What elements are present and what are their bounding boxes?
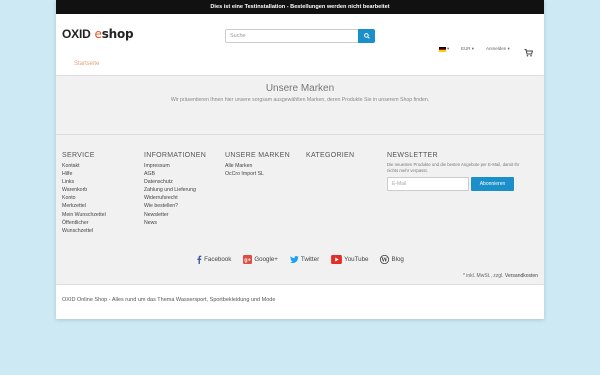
- footer-link-wunschzettel[interactable]: Mein Wunschzettel: [62, 211, 106, 219]
- footer-link-zahlung[interactable]: Zahlung und Lieferung: [144, 186, 206, 194]
- social-facebook[interactable]: Facebook: [196, 255, 231, 264]
- language-dropdown-caret[interactable]: ▾: [447, 46, 449, 52]
- brands-description: Wir präsentieren Ihnen hier unsere sorgs…: [170, 97, 430, 103]
- footer-link-kontakt[interactable]: Kontakt: [62, 162, 106, 170]
- social-twitter[interactable]: Twitter: [289, 255, 320, 264]
- social-google[interactable]: g+ Google+: [243, 255, 278, 264]
- svg-text:g+: g+: [245, 258, 251, 264]
- footer-link-konto[interactable]: Konto: [62, 194, 106, 202]
- svg-text:W: W: [381, 257, 389, 263]
- footer-link-widerruf[interactable]: Widerrufsrecht: [144, 194, 206, 202]
- footer-service-title: SERVICE: [62, 152, 95, 159]
- footer-information-title: INFORMATIONEN: [144, 152, 207, 159]
- shop-tagline: OXID Online Shop - Alles rund um das The…: [62, 297, 276, 303]
- footer-link-agb[interactable]: AGB: [144, 170, 206, 178]
- cart-icon: [524, 49, 534, 57]
- page-title: Unsere Marken: [265, 83, 335, 94]
- main-nav: Startseite: [56, 58, 544, 75]
- footer-brands: UNSERE MARKEN Alle Marken OcCro Import S…: [225, 152, 290, 178]
- blog-label: Blog: [391, 256, 404, 263]
- brands-band: Unsere Marken Wir präsentieren Ihnen hie…: [56, 75, 544, 135]
- logo-shop: shop: [101, 27, 134, 41]
- newsletter-description: Die neuesten Produkte und die besten Ang…: [387, 162, 520, 173]
- footer-newsletter-title: NEWSLETTER: [387, 152, 438, 159]
- facebook-icon: [197, 255, 202, 264]
- footer-link-impressum[interactable]: Impressum: [144, 162, 206, 170]
- test-installation-notice: Dies ist eine Testinstallation - Bestell…: [56, 0, 544, 14]
- footer-link-merkzettel[interactable]: Merkzettel: [62, 202, 106, 210]
- footer-newsletter: NEWSLETTER Die neuesten Produkte und die…: [387, 152, 527, 195]
- footer-link-alle-marken[interactable]: Alle Marken: [225, 162, 290, 170]
- youtube-label: YouTube: [344, 256, 369, 263]
- page-frame: Dies ist eine Testinstallation - Bestell…: [56, 0, 544, 319]
- account-label: Anmelden: [486, 46, 507, 51]
- footer-categories: KATEGORIEN: [306, 152, 354, 162]
- youtube-icon: [331, 255, 343, 264]
- social-links: Facebook g+ Google+ Twitter YouTube W Bl…: [56, 255, 544, 264]
- google-plus-icon: g+: [243, 255, 253, 264]
- logo-oxid: OXID: [62, 27, 91, 41]
- footer-link-public-wishlist-2[interactable]: Wunschzettel: [62, 227, 106, 235]
- currency-dropdown[interactable]: EUR ▾: [461, 46, 474, 52]
- footer-link-news[interactable]: News: [144, 219, 206, 227]
- footer-link-warenkorb[interactable]: Warenkorb: [62, 186, 106, 194]
- vat-prefix: * inkl. MwSt., zzgl.: [462, 273, 504, 279]
- oxid-eshop-logo[interactable]: OXID eshop: [62, 27, 134, 41]
- footer-categories-title: KATEGORIEN: [306, 152, 355, 159]
- footer-link-hilfe[interactable]: Hilfe: [62, 170, 106, 178]
- account-dropdown[interactable]: Anmelden ▾: [486, 46, 510, 52]
- shipping-costs-link[interactable]: Versandkosten: [505, 273, 538, 279]
- newsletter-subscribe-button[interactable]: Abonnieren: [471, 177, 514, 191]
- search-button[interactable]: [358, 29, 375, 43]
- footer-link-occro[interactable]: OcCro Import SL: [225, 170, 290, 178]
- google-label: Google+: [254, 256, 278, 263]
- social-youtube[interactable]: YouTube: [331, 255, 368, 264]
- footer-link-datenschutz[interactable]: Datenschutz: [144, 178, 206, 186]
- footer-brands-title: UNSERE MARKEN: [225, 152, 290, 159]
- vat-note: * inkl. MwSt., zzgl. Versandkosten: [463, 273, 538, 279]
- twitter-label: Twitter: [300, 256, 320, 263]
- currency-label: EUR: [461, 46, 471, 51]
- search-icon: [363, 33, 370, 39]
- social-blog[interactable]: W Blog: [380, 255, 404, 264]
- footer-link-newsletter[interactable]: Newsletter: [144, 211, 206, 219]
- twitter-icon: [289, 255, 299, 263]
- footer-link-wie-bestellen[interactable]: Wie bestellen?: [144, 202, 206, 210]
- nav-startseite[interactable]: Startseite: [74, 61, 99, 67]
- facebook-label: Facebook: [204, 256, 232, 263]
- search-input[interactable]: Suche: [225, 29, 359, 43]
- language-flag-de[interactable]: [439, 47, 446, 52]
- footer-link-public-wishlist[interactable]: Öffentlicher: [62, 219, 106, 227]
- header: OXID eshop Suche ▾ EUR ▾ Anmelden ▾: [56, 14, 544, 58]
- newsletter-email-input[interactable]: E-Mail: [387, 177, 469, 191]
- footer-information: INFORMATIONEN Impressum AGB Datenschutz …: [144, 152, 206, 227]
- footer-service: SERVICE Kontakt Hilfe Links Warenkorb Ko…: [62, 152, 106, 235]
- footer-link-links[interactable]: Links: [62, 178, 106, 186]
- wordpress-icon: W: [380, 255, 390, 264]
- logo-e: e: [94, 27, 102, 41]
- footer: SERVICE Kontakt Hilfe Links Warenkorb Ko…: [56, 135, 544, 285]
